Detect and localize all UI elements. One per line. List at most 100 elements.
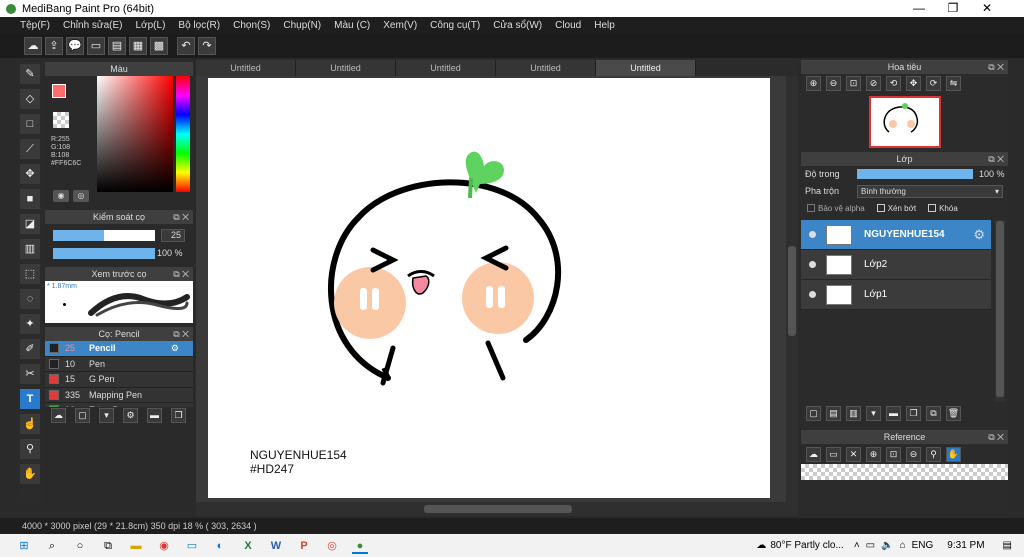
palette-icon[interactable]: ◉ [53, 190, 69, 202]
tab-untitled[interactable]: Untitled [296, 60, 396, 76]
message-icon[interactable]: ▭ [87, 37, 105, 55]
scrollbar-thumb[interactable] [424, 505, 572, 513]
tray-chevron-icon[interactable]: ˄ [854, 540, 860, 551]
move-tool-icon[interactable]: ✥ [20, 164, 40, 184]
scrollbar-thumb[interactable] [996, 221, 1004, 397]
comment-icon[interactable]: 💬 [66, 37, 84, 55]
navigator-thumbnail[interactable] [869, 96, 941, 148]
eyedropper-tool-icon[interactable]: ⚲ [20, 439, 40, 459]
menu-filter[interactable]: Bộ lọc(R) [178, 20, 220, 31]
menu-select[interactable]: Chọn(S) [233, 20, 270, 31]
menu-cloud[interactable]: Cloud [555, 20, 581, 31]
menu-color[interactable]: Màu (C) [334, 20, 370, 31]
panel-close-icon[interactable]: ⧉ ✕ [988, 60, 1004, 74]
rotate-reset-icon[interactable]: ✥ [906, 75, 921, 91]
menu-file[interactable]: Tệp(F) [20, 20, 50, 31]
menu-layer[interactable]: Lớp(L) [136, 20, 166, 31]
zoom-reset-icon[interactable]: ⊘ [866, 75, 881, 91]
menu-help[interactable]: Help [594, 20, 615, 31]
clipping-checkbox[interactable] [876, 204, 885, 212]
tab-untitled-active[interactable]: Untitled [596, 60, 696, 76]
weather-icon[interactable]: ☁ [756, 540, 766, 551]
app-icon-red[interactable]: ◉ [156, 538, 172, 554]
canvas-vertical-scrollbar[interactable] [786, 76, 798, 502]
reference-zoom-out-icon[interactable]: ⊖ [906, 446, 921, 462]
protect-alpha-checkbox[interactable] [807, 204, 815, 212]
grid-icon[interactable]: ▩ [150, 37, 168, 55]
merge-layer-icon[interactable]: ⧉ [926, 405, 941, 421]
eraser-tool-icon[interactable]: ◇ [20, 89, 40, 109]
panel-close-icon[interactable]: ⧉ ✕ [173, 210, 189, 224]
blend-select[interactable]: Bình thường ▾ [857, 184, 1003, 198]
cloud-icon[interactable]: ☁ [24, 37, 42, 55]
tab-untitled[interactable]: Untitled [396, 60, 496, 76]
task-view-icon[interactable]: ⧉ [100, 538, 116, 554]
lasso-tool-icon[interactable]: ◌ [20, 289, 40, 309]
file-explorer-icon[interactable]: ▬ [128, 538, 144, 554]
brush-list-item[interactable]: 10 Pen [45, 356, 193, 372]
hand-tool-icon[interactable]: ✋ [20, 464, 40, 484]
transparent-swatch[interactable] [53, 112, 69, 128]
brush-size-slider[interactable] [53, 230, 155, 241]
medibang-icon[interactable]: ● [352, 538, 368, 554]
layer-folder-icon[interactable]: ▬ [886, 405, 901, 421]
menu-window[interactable]: Cửa sổ(W) [493, 20, 542, 31]
close-reference-icon[interactable]: ✕ [846, 446, 861, 462]
network-icon[interactable]: ⌂ [900, 540, 906, 551]
color-wheel-icon[interactable]: ◎ [73, 190, 89, 202]
menu-snap[interactable]: Chụp(N) [283, 20, 321, 31]
canvas-horizontal-scrollbar[interactable] [196, 502, 798, 516]
visibility-icon[interactable] [809, 261, 816, 268]
weather-text[interactable]: 80°F Partly clo... [770, 540, 843, 551]
lock-checkbox[interactable] [928, 204, 937, 212]
brush-size-value[interactable]: 25 [161, 229, 185, 242]
menu-view[interactable]: Xem(V) [383, 20, 417, 31]
color-square[interactable] [97, 76, 173, 192]
menu-edit[interactable]: Chỉnh sửa(E) [63, 20, 123, 31]
opacity-slider[interactable] [53, 248, 155, 259]
panel-close-icon[interactable]: ⧉ ✕ [988, 430, 1004, 444]
rotate-left-icon[interactable]: ⟲ [886, 75, 901, 91]
delete-layer-icon[interactable]: 🗑 [946, 405, 961, 421]
zoom-in-icon[interactable]: ⊕ [806, 75, 821, 91]
menu-tools[interactable]: Công cụ(T) [430, 20, 480, 31]
duplicate-icon[interactable]: ❐ [171, 407, 186, 423]
undo-button[interactable]: ↶ [177, 37, 195, 55]
reference-eyedropper-icon[interactable]: ⚲ [926, 446, 941, 462]
bucket-tool-icon[interactable]: ◪ [20, 214, 40, 234]
table-icon[interactable]: ▦ [129, 37, 147, 55]
close-button[interactable]: ✕ [970, 0, 1004, 17]
monitor-icon[interactable]: ▭ [184, 538, 200, 554]
brush-list-item[interactable]: 10Edge Pen [45, 403, 193, 407]
tab-untitled[interactable]: Untitled [496, 60, 596, 76]
brush-tool-icon[interactable]: ✎ [20, 64, 40, 84]
maximize-button[interactable]: ❐ [936, 0, 970, 17]
brush-list-item[interactable]: 25 Pencil ⚙ [45, 341, 193, 357]
zoom-out-icon[interactable]: ⊖ [826, 75, 841, 91]
gradient-tool-icon[interactable]: ▥ [20, 239, 40, 259]
visibility-icon[interactable] [809, 231, 816, 238]
layer-list-scrollbar[interactable] [995, 220, 1005, 402]
add-layer-menu-icon[interactable]: ▾ [866, 405, 881, 421]
select-pen-tool-icon[interactable]: ✐ [20, 339, 40, 359]
powerpoint-icon[interactable]: P [296, 538, 312, 554]
battery-icon[interactable]: ▭ [866, 540, 875, 551]
edge-icon[interactable]: ◐ [212, 538, 228, 554]
reference-hand-icon[interactable]: ✋ [946, 446, 961, 462]
add-brush-icon[interactable]: ▾ [99, 407, 114, 423]
magic-wand-tool-icon[interactable]: ✦ [20, 314, 40, 334]
panel-close-icon[interactable]: ⧉ ✕ [173, 327, 189, 341]
shape-tool-icon[interactable]: □ [20, 114, 40, 134]
language-indicator[interactable]: ENG [912, 540, 934, 551]
search-icon[interactable]: ⌕ [44, 538, 60, 554]
cloud-brush-icon[interactable]: ☁ [51, 407, 66, 423]
reference-fit-icon[interactable]: ⊡ [886, 446, 901, 462]
scrollbar-thumb[interactable] [788, 246, 796, 336]
layer-opacity-slider[interactable] [857, 169, 973, 179]
line-tool-icon[interactable]: ⟋ [20, 139, 40, 159]
minimize-button[interactable]: — [902, 0, 936, 17]
layer-row[interactable]: Lớp2 [801, 250, 991, 280]
brush-gear-icon[interactable]: ⚙ [171, 343, 179, 354]
rotate-right-icon[interactable]: ⟳ [926, 75, 941, 91]
clock[interactable]: 9:31 PM [947, 540, 984, 551]
